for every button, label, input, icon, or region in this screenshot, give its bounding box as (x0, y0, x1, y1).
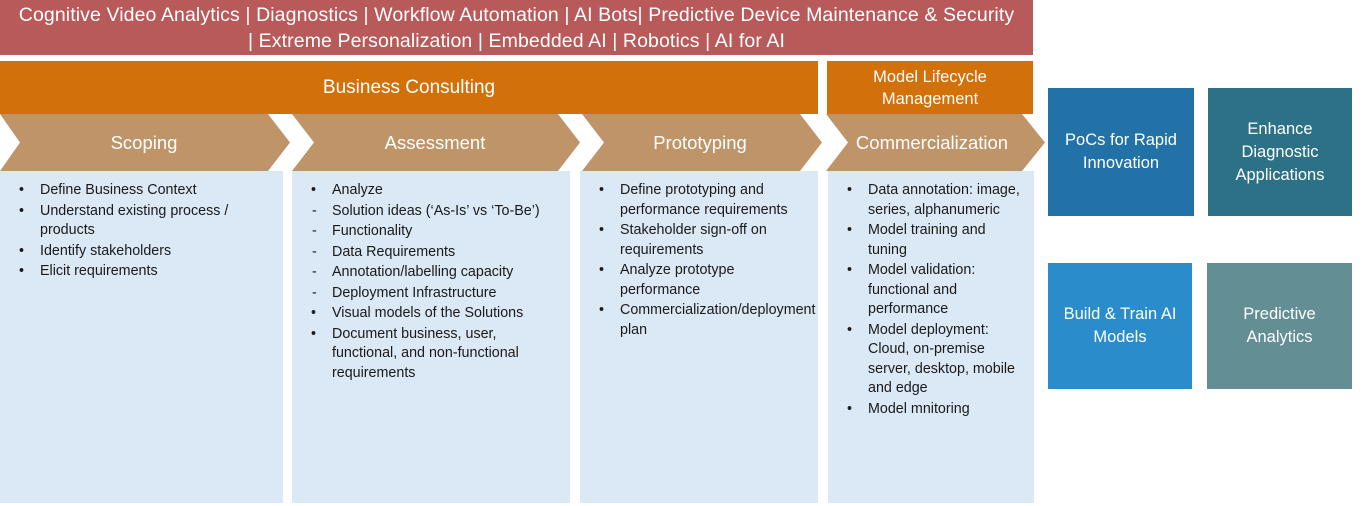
bullet-marker-icon: • (599, 222, 605, 238)
list-item-label: Functionality (332, 223, 413, 239)
list-item-label: Understand existing process / products (40, 202, 229, 239)
list-item: • Document business, user, functional, an… (302, 325, 562, 384)
dash-marker-icon: - (312, 243, 317, 260)
bullet-list-commercialization: • Data annotation: image, series, alphanu… (838, 181, 1026, 419)
list-item-label: Model deployment: Cloud, on-premise serv… (868, 321, 1016, 397)
list-item: - Solution ideas (‘As-Is’ vs ‘To-Be’) (302, 202, 562, 222)
chevron-shape-prototyping (582, 114, 822, 171)
bullet-marker-icon: • (311, 325, 317, 342)
list-item-label: Data Requirements (332, 243, 456, 260)
list-item-label: Visual models of the Solutions (332, 305, 524, 321)
bullet-marker-icon: • (311, 182, 317, 198)
list-item: • Analyze (302, 181, 562, 201)
list-item-label: Stakeholder sign-off on requirements (620, 222, 767, 258)
list-item-label: Document business, user, functional, and… (332, 325, 519, 381)
chevron-shape-commercialization (826, 114, 1045, 171)
list-item: • Analyze prototype performance (590, 261, 810, 300)
list-item: • Model training and tuning (838, 221, 1026, 260)
list-item: • Stakeholder sign-off on requirements (590, 221, 810, 260)
list-item-label: Deployment Infrastructure (332, 284, 497, 301)
panel-commercialization: • Data annotation: image, series, alphanu… (828, 171, 1034, 503)
dash-marker-icon: - (312, 264, 317, 280)
list-item-label: Data annotation: image, series, alphanum… (868, 182, 1020, 218)
dash-marker-icon: - (312, 223, 317, 239)
bullet-marker-icon: • (19, 242, 25, 259)
bullet-marker-icon: • (599, 262, 605, 278)
dash-marker-icon: - (312, 202, 317, 219)
list-item-label: Identify stakeholders (40, 242, 172, 259)
panel-scoping: • Define Business Context • Understand exis… (0, 171, 283, 503)
list-item: • Define prototyping and performance requ… (590, 181, 810, 220)
banner-line-1: Cognitive Video Analytics | Diagnostics … (18, 3, 1015, 26)
chevron-shape-scoping (0, 114, 290, 171)
bullet-marker-icon: • (847, 321, 853, 338)
list-item-label: Model training and tuning (868, 222, 986, 258)
banner-line-2: | Extreme Personalization | Embedded AI … (248, 29, 785, 52)
bullet-list-scoping: • Define Business Context • Understand exis… (10, 181, 275, 282)
panel-assessment: • Analyze - Solution ideas (‘As-Is’ vs ‘To-… (292, 171, 570, 503)
list-item: • Visual models of the Solutions (302, 304, 562, 324)
dash-marker-icon: - (312, 284, 317, 301)
list-item: - Deployment Infrastructure (302, 284, 562, 304)
list-item-label: Commercialization/deployment plan (620, 302, 816, 338)
chevron-shape-assessment (292, 114, 580, 171)
bullet-marker-icon: • (847, 222, 853, 238)
list-item-label: Elicit requirements (40, 263, 158, 279)
bullet-list-prototyping: • Define prototyping and performance requ… (590, 181, 815, 340)
bullet-marker-icon: • (19, 182, 25, 198)
bullet-marker-icon: • (599, 182, 605, 198)
process-chevron-band (0, 114, 1050, 171)
list-item: • Commercialization/deployment plan (590, 301, 815, 340)
bullet-marker-icon: • (19, 202, 25, 219)
outcome-box-build-and-train-ai-models: Build & Train AI Models (1048, 263, 1192, 389)
list-item: • Model validation: functional and perfor… (838, 261, 1026, 320)
bullet-list-assessment: • Analyze - Solution ideas (‘As-Is’ vs ‘To-… (302, 181, 562, 383)
group-header-model-lifecycle-management: Model Lifecycle Management (827, 61, 1033, 114)
list-item: - Annotation/labelling capacity (302, 263, 562, 283)
panel-prototyping: • Define prototyping and performance requ… (580, 171, 818, 503)
bullet-marker-icon: • (311, 305, 317, 321)
list-item: • Understand existing process / products (10, 202, 275, 241)
list-item: • Define Business Context (10, 181, 275, 201)
bullet-marker-icon: • (847, 182, 853, 198)
outcome-box-enhance-diagnostic-applications: Enhance Diagnostic Applications (1208, 88, 1352, 216)
list-item: • Elicit requirements (10, 262, 275, 282)
bullet-marker-icon: • (599, 302, 605, 318)
list-item: • Data annotation: image, series, alphanu… (838, 181, 1026, 220)
list-item-label: Model mnitoring (868, 400, 970, 417)
bullet-marker-icon: • (847, 400, 853, 417)
list-item-label: Solution ideas (‘As-Is’ vs ‘To-Be’) (332, 202, 540, 219)
capabilities-banner: Cognitive Video Analytics | Diagnostics … (0, 0, 1033, 55)
list-item: • Model deployment: Cloud, on-premise ser… (838, 321, 1026, 399)
list-item-label: Define prototyping and performance requi… (620, 182, 788, 218)
list-item-label: Analyze prototype performance (620, 262, 735, 298)
list-item-label: Define Business Context (40, 182, 197, 198)
group-header-business-consulting: Business Consulting (0, 61, 818, 114)
list-item-label: Model validation: functional and perform… (868, 262, 976, 317)
list-item: • Identify stakeholders (10, 242, 275, 262)
bullet-marker-icon: • (19, 263, 25, 279)
list-item-label: Analyze (332, 182, 383, 198)
bullet-marker-icon: • (847, 262, 853, 278)
list-item-label: Annotation/labelling capacity (332, 264, 514, 280)
list-item: • Model mnitoring (838, 400, 1026, 420)
outcome-box-predictive-analytics: Predictive Analytics (1207, 263, 1352, 389)
list-item: - Functionality (302, 222, 562, 242)
list-item: - Data Requirements (302, 243, 562, 263)
outcome-box-pocs-for-rapid-innovation: PoCs for Rapid Innovation (1048, 88, 1194, 216)
